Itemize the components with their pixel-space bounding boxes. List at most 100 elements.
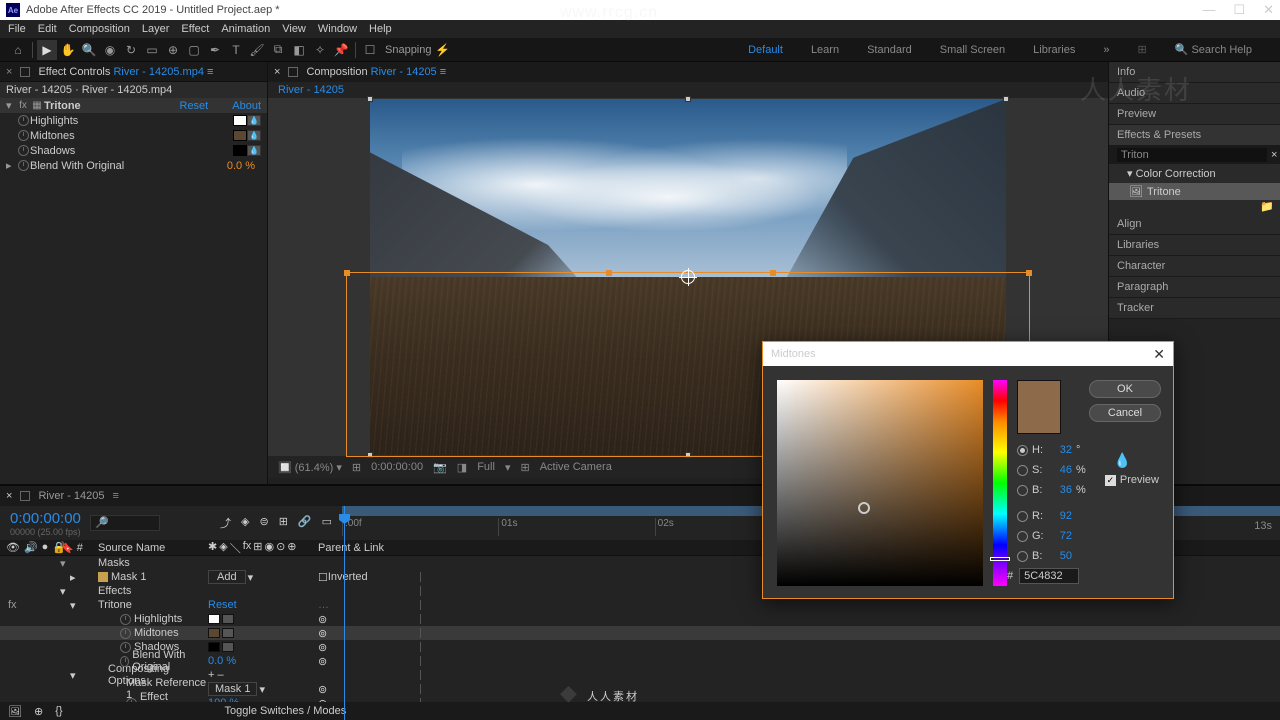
row-tl-midtones[interactable]: Midtones⊚ — [0, 626, 1280, 640]
dialog-eyedropper-icon[interactable]: 💧 — [1114, 452, 1131, 469]
camera-tool-icon[interactable]: ▭ — [142, 40, 162, 60]
s-value[interactable]: 46 — [1050, 464, 1072, 476]
mask-icon[interactable]: ◨ — [457, 461, 467, 474]
prop-blend[interactable]: ▸ Blend With Original 0.0 % — [0, 158, 267, 173]
timeline-search-input[interactable] — [90, 515, 160, 531]
pen-tool-icon[interactable]: ✒ — [205, 40, 225, 60]
menu-edit[interactable]: Edit — [38, 23, 57, 35]
b2-radio[interactable] — [1017, 551, 1028, 562]
panel-close-icon[interactable]: × — [274, 66, 280, 78]
blend-value[interactable]: 0.0 % — [227, 160, 255, 172]
frame-blend-icon[interactable]: ◈ — [241, 515, 249, 531]
roto-tool-icon[interactable]: ✧ — [310, 40, 330, 60]
eyedropper-icon[interactable]: 💧 — [247, 115, 261, 126]
playhead[interactable] — [344, 506, 345, 720]
effects-presets-tab[interactable]: Effects & Presets — [1109, 125, 1280, 146]
stopwatch-icon[interactable] — [120, 628, 131, 639]
render-queue-icon[interactable]: ⊕ — [34, 705, 43, 718]
effect-about[interactable]: About — [232, 100, 261, 112]
workspace-ext-icon[interactable]: ⊞ — [1137, 43, 1146, 56]
paragraph-panel-tab[interactable]: Paragraph — [1109, 277, 1280, 298]
align-panel-tab[interactable]: Align — [1109, 214, 1280, 235]
maximize-icon[interactable]: ☐ — [1233, 2, 1245, 18]
motion-blur-icon[interactable]: ⊜ — [259, 515, 268, 531]
effect-controls-tab[interactable]: Effect Controls River - 14205.mp4 ≡ — [38, 66, 213, 78]
menu-effect[interactable]: Effect — [181, 23, 209, 35]
prop-highlights[interactable]: Highlights 💧 — [0, 113, 267, 128]
panel-maximize-icon[interactable] — [288, 67, 298, 77]
minimize-icon[interactable]: — — [1202, 2, 1215, 18]
menu-view[interactable]: View — [282, 23, 306, 35]
resolution-display[interactable]: ⊞ — [352, 461, 361, 474]
solo-icon[interactable]: ● — [42, 541, 49, 554]
mask-ref-dropdown[interactable]: Mask 1 — [208, 682, 257, 696]
preview-checkbox[interactable]: ✓ — [1105, 475, 1116, 486]
effect-reset[interactable]: Reset — [180, 100, 209, 112]
r-radio[interactable] — [1017, 511, 1028, 522]
effect-tritone-header[interactable]: ▾fx▦ Tritone Reset About — [0, 98, 267, 113]
workspace-small-screen[interactable]: Small Screen — [940, 44, 1005, 56]
menu-window[interactable]: Window — [318, 23, 357, 35]
hex-input[interactable] — [1019, 568, 1079, 584]
tracker-panel-tab[interactable]: Tracker — [1109, 298, 1280, 319]
link-icon[interactable]: ⊚ — [318, 655, 327, 668]
prop-midtones[interactable]: Midtones 💧 — [0, 128, 267, 143]
eyedropper-icon[interactable]: 💧 — [247, 130, 261, 141]
link-icon[interactable]: ⊚ — [318, 627, 327, 640]
workspace-more-icon[interactable]: » — [1103, 44, 1109, 56]
toggle-switches-button[interactable]: Toggle Switches / Modes — [225, 705, 347, 717]
render-icon[interactable]: ▭ — [322, 515, 332, 531]
ok-button[interactable]: OK — [1089, 380, 1161, 398]
link-icon[interactable]: ⊚ — [318, 683, 327, 696]
shape-tool-icon[interactable]: ▢ — [184, 40, 204, 60]
character-panel-tab[interactable]: Character — [1109, 256, 1280, 277]
menu-animation[interactable]: Animation — [221, 23, 270, 35]
dialog-close-icon[interactable]: ✕ — [1153, 346, 1165, 363]
resolution-menu[interactable]: Full — [477, 461, 495, 473]
home-icon[interactable]: ⌂ — [8, 40, 28, 60]
camera-icon[interactable]: 📷 — [433, 461, 447, 474]
inverted-checkbox[interactable]: ☐ — [318, 571, 328, 584]
workspace-default[interactable]: Default — [748, 44, 783, 56]
eyedropper-icon[interactable] — [222, 614, 234, 624]
snapping-options-icon[interactable]: ⚡ — [433, 40, 453, 60]
brush-tool-icon[interactable]: 🖌 — [247, 40, 267, 60]
clone-tool-icon[interactable]: ⧉ — [268, 40, 288, 60]
effects-search-input[interactable] — [1117, 148, 1267, 162]
panel-maximize-icon[interactable] — [20, 67, 30, 77]
brackets-icon[interactable]: {} — [55, 705, 62, 717]
preview-panel-tab[interactable]: Preview — [1109, 104, 1280, 125]
eraser-tool-icon[interactable]: ◧ — [289, 40, 309, 60]
timeline-tab[interactable]: River - 14205 — [38, 490, 104, 502]
time-display[interactable]: 0:00:00:00 — [371, 461, 423, 473]
highlights-swatch-tl[interactable] — [208, 614, 220, 624]
rotation-tool-icon[interactable]: ↻ — [121, 40, 141, 60]
midtones-swatch[interactable] — [233, 130, 247, 141]
shadows-swatch[interactable] — [233, 145, 247, 156]
type-tool-icon[interactable]: T — [226, 40, 246, 60]
menu-composition[interactable]: Composition — [69, 23, 130, 35]
stopwatch-icon[interactable] — [120, 656, 129, 667]
clear-search-icon[interactable]: × — [1271, 149, 1277, 161]
b2-value[interactable]: 50 — [1050, 550, 1072, 562]
panel-close-icon[interactable]: × — [6, 490, 12, 502]
current-time[interactable]: 0:00:00:00 — [0, 510, 90, 527]
color-correction-group[interactable]: ▾ Color Correction — [1109, 164, 1280, 183]
s-radio[interactable] — [1017, 465, 1028, 476]
composition-mini-icon[interactable]: 🖼 — [8, 705, 22, 718]
speaker-icon[interactable]: 🔊 — [24, 541, 38, 554]
hue-slider[interactable] — [993, 380, 1007, 586]
orbit-tool-icon[interactable]: ◉ — [100, 40, 120, 60]
panel-close-icon[interactable]: × — [6, 66, 12, 78]
libraries-panel-tab[interactable]: Libraries — [1109, 235, 1280, 256]
highlights-swatch[interactable] — [233, 115, 247, 126]
midtones-swatch-tl[interactable] — [208, 628, 220, 638]
zoom-tool-icon[interactable]: 🔍 — [79, 40, 99, 60]
menu-file[interactable]: File — [8, 23, 26, 35]
row-tl-highlights[interactable]: Highlights⊚ — [0, 612, 1280, 626]
info-panel-tab[interactable]: Info — [1109, 62, 1280, 83]
puppet-tool-icon[interactable]: 📌 — [331, 40, 351, 60]
link-icon[interactable]: ⊚ — [318, 613, 327, 626]
panel-maximize-icon[interactable] — [20, 491, 30, 501]
eyedropper-icon[interactable]: 💧 — [247, 145, 261, 156]
